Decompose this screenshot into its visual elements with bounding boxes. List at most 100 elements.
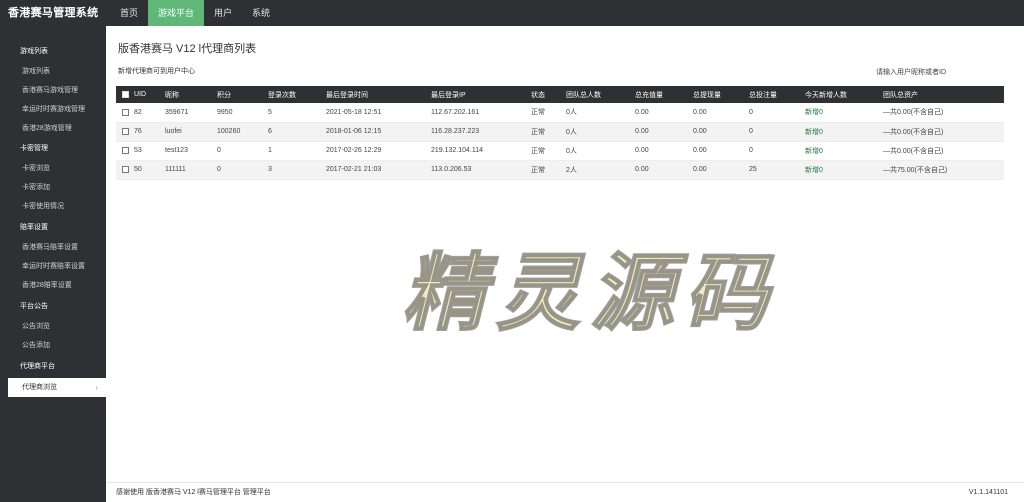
column-header: 登录次数 (268, 91, 296, 99)
cell-new-today[interactable]: 新增0 (803, 122, 881, 142)
cell-login-count: 6 (266, 122, 324, 142)
sidebar-item-announcement-add[interactable]: 公告添加 (0, 336, 106, 355)
agent-table-wrapper: UID 昵称 积分 登录次数 最后登录时间 最后登录IP 状态 团队总人数 总充… (116, 86, 1004, 180)
cell-team-size: 0人 (564, 122, 633, 142)
cell-team-assets: —共0.00(不含自己) (881, 103, 1004, 123)
cell-last-login-time: 2018-01-06 12:15 (324, 122, 429, 142)
sidebar-item-card-browse[interactable]: 卡密浏览 (0, 159, 106, 178)
cell-points: 0 (215, 141, 266, 161)
version-label: V1.1.141101 (968, 489, 1008, 496)
table-row: 82 359671 9950 5 2021-05-18 12:51 112.67… (116, 103, 1004, 123)
cell-total-recharge: 0.00 (633, 141, 691, 161)
sidebar-group-announcements: 平台公告 (20, 303, 48, 310)
sidebar-item-lucky-race-games[interactable]: 幸运时时赛游戏管理 (0, 100, 106, 119)
cell-team-size: 2人 (564, 160, 633, 180)
cell-uid: 82 (132, 103, 163, 123)
cell-total-withdraw: 0.00 (691, 141, 747, 161)
sidebar-group-agents: 代理商平台 (20, 363, 55, 370)
column-header: 总投注量 (749, 91, 777, 99)
row-checkbox[interactable] (116, 103, 132, 123)
row-checkbox[interactable] (116, 160, 132, 180)
top-nav: 首页 游戏平台 用户 系统 (110, 0, 280, 26)
topnav-users[interactable]: 用户 (204, 0, 242, 26)
topnav-home[interactable]: 首页 (110, 0, 148, 26)
cell-total-recharge: 0.00 (633, 122, 691, 142)
sidebar-item-agent-browse[interactable]: 代理商浏览 › (8, 378, 106, 397)
cell-uid: 50 (132, 160, 163, 180)
page-title: 版香港赛马 V12 l代理商列表 (118, 43, 257, 55)
sidebar-item-hk-horse-odds[interactable]: 香港赛马赔率设置 (0, 238, 106, 257)
sidebar: 游戏列表 游戏列表 香港赛马游戏管理 幸运时时赛游戏管理 香港28游戏管理 卡密… (0, 26, 106, 502)
footer-text: 感谢使用 版香港赛马 V12 l赛马管理平台 管理平台 (116, 489, 271, 496)
cell-new-today[interactable]: 新增0 (803, 160, 881, 180)
cell-total-recharge: 0.00 (633, 160, 691, 180)
cell-login-count: 1 (266, 141, 324, 161)
table-row: 50 111111 0 3 2017-02-21 21:03 113.0.206… (116, 160, 1004, 180)
column-header: 积分 (217, 91, 231, 99)
cell-team-assets: —共75.00(不含自己) (881, 160, 1004, 180)
select-all-checkbox[interactable] (116, 86, 132, 103)
column-header: 最后登录IP (431, 91, 466, 99)
cell-login-count: 3 (266, 160, 324, 180)
sidebar-group-games: 游戏列表 (20, 48, 48, 55)
sidebar-item-hk-horse-games[interactable]: 香港赛马游戏管理 (0, 81, 106, 100)
sidebar-item-hk28-games[interactable]: 香港28游戏管理 (0, 119, 106, 138)
footer: 感谢使用 版香港赛马 V12 l赛马管理平台 管理平台 V1.1.141101 (106, 482, 1024, 502)
cell-status: 正常 (529, 103, 564, 123)
column-header: 总提现量 (693, 91, 721, 99)
app-title: 香港赛马管理系统 (8, 7, 99, 19)
cell-last-login-time: 2017-02-21 21:03 (324, 160, 429, 180)
topnav-system[interactable]: 系统 (242, 0, 280, 26)
sidebar-item-game-list[interactable]: 游戏列表 (0, 62, 106, 81)
cell-nickname: 359671 (163, 103, 215, 123)
cell-last-login-ip: 113.0.206.53 (429, 160, 529, 180)
column-header: 今天新增人数 (805, 91, 847, 99)
sidebar-group-odds: 赔率设置 (20, 224, 48, 231)
table-row: 76 luofei 100260 6 2018-01-06 12:15 116.… (116, 122, 1004, 142)
table-row: 53 test123 0 1 2017-02-26 12:29 219.132.… (116, 141, 1004, 161)
cell-team-assets: —共0.00(不含自己) (881, 141, 1004, 161)
cell-login-count: 5 (266, 103, 324, 123)
cell-team-size: 0人 (564, 103, 633, 123)
cell-total-bets: 0 (747, 103, 803, 123)
search-input[interactable] (876, 66, 1006, 78)
cell-new-today[interactable]: 新增0 (803, 141, 881, 161)
cell-total-recharge: 0.00 (633, 103, 691, 123)
add-agent-link[interactable]: 新增代理商可到用户中心 (118, 66, 195, 76)
cell-team-assets: —共0.00(不含自己) (881, 122, 1004, 142)
cell-total-withdraw: 0.00 (691, 122, 747, 142)
cell-last-login-ip: 116.28.237.223 (429, 122, 529, 142)
chevron-right-icon: › (95, 383, 98, 392)
sidebar-item-announcement-browse[interactable]: 公告浏览 (0, 317, 106, 336)
cell-total-bets: 25 (747, 160, 803, 180)
column-header: 团队总资产 (883, 91, 918, 99)
sidebar-item-lucky-race-odds[interactable]: 幸运时时赛赔率设置 (0, 257, 106, 276)
cell-status: 正常 (529, 160, 564, 180)
cell-total-withdraw: 0.00 (691, 160, 747, 180)
table-header-row: UID 昵称 积分 登录次数 最后登录时间 最后登录IP 状态 团队总人数 总充… (116, 86, 1004, 103)
sidebar-item-label: 代理商浏览 (22, 384, 57, 391)
cell-uid: 76 (132, 122, 163, 142)
cell-points: 9950 (215, 103, 266, 123)
cell-status: 正常 (529, 141, 564, 161)
cell-team-size: 0人 (564, 141, 633, 161)
row-checkbox[interactable] (116, 122, 132, 142)
column-header: 状态 (531, 91, 545, 99)
column-header: 昵称 (165, 91, 179, 99)
topnav-game-platform[interactable]: 游戏平台 (148, 0, 205, 26)
sidebar-item-card-add[interactable]: 卡密添加 (0, 178, 106, 197)
cell-total-withdraw: 0.00 (691, 103, 747, 123)
watermark-text: 精灵源码 (401, 245, 779, 341)
column-header: 最后登录时间 (326, 91, 368, 99)
sidebar-item-card-usage[interactable]: 卡密使用情况 (0, 197, 106, 216)
checkbox-icon (122, 146, 129, 154)
cell-last-login-ip: 219.132.104.114 (429, 141, 529, 161)
sidebar-group-cards: 卡密管理 (20, 145, 48, 152)
cell-new-today[interactable]: 新增0 (803, 103, 881, 123)
cell-status: 正常 (529, 122, 564, 142)
row-checkbox[interactable] (116, 141, 132, 161)
cell-nickname: 111111 (163, 160, 215, 180)
column-header: UID (134, 91, 147, 98)
sidebar-item-hk28-odds[interactable]: 香港28赔率设置 (0, 276, 106, 295)
checkbox-icon (122, 127, 129, 135)
